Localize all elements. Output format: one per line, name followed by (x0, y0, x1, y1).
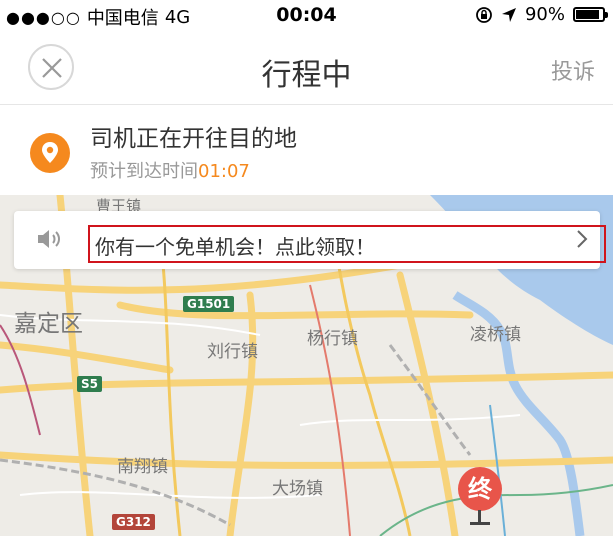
highway-shield-s5: S5 (77, 376, 102, 392)
map-label-lingqiao: 凌桥镇 (470, 325, 521, 345)
status-bar: ●●●○○ 中国电信 4G 00:04 90% (0, 0, 613, 30)
map-label-dachang: 大场镇 (272, 479, 323, 499)
highway-shield-g1501: G1501 (183, 296, 235, 312)
page-title: 行程中 (261, 58, 352, 93)
promo-notice-text[interactable]: 你有一个免单机会！点此领取！ (88, 225, 606, 263)
chevron-right-icon (577, 230, 588, 248)
eta-time: 01:07 (198, 161, 250, 182)
speaker-icon (38, 230, 60, 248)
map-label-liuxing: 刘行镇 (207, 342, 258, 362)
eta-label: 预计到达时间 (90, 161, 198, 182)
trip-status-text: 司机正在开往目的地 (90, 126, 297, 152)
battery-icon (573, 7, 608, 22)
location-arrow-icon (501, 7, 516, 22)
rotation-lock-icon (476, 6, 492, 23)
location-pin-icon (30, 133, 70, 173)
navbar: 行程中 投诉 (0, 30, 613, 105)
trip-status-panel: 司机正在开往目的地 预计到达时间01:07 (0, 105, 613, 195)
status-right: 90% (475, 4, 608, 25)
destination-marker-base (470, 522, 490, 525)
promo-notice-banner[interactable]: 你有一个免单机会！点此领取！ (14, 211, 606, 269)
highway-shield-g312: G312 (112, 514, 155, 530)
map-label-jiading: 嘉定区 (14, 311, 83, 337)
map-label-nanxiang: 南翔镇 (117, 457, 168, 477)
destination-marker[interactable]: 终 (458, 467, 502, 511)
complaint-button[interactable]: 投诉 (551, 54, 595, 86)
battery-percent: 90% (524, 4, 565, 25)
map-label-yangxing: 杨行镇 (307, 329, 358, 349)
eta-row: 预计到达时间01:07 (90, 157, 250, 183)
